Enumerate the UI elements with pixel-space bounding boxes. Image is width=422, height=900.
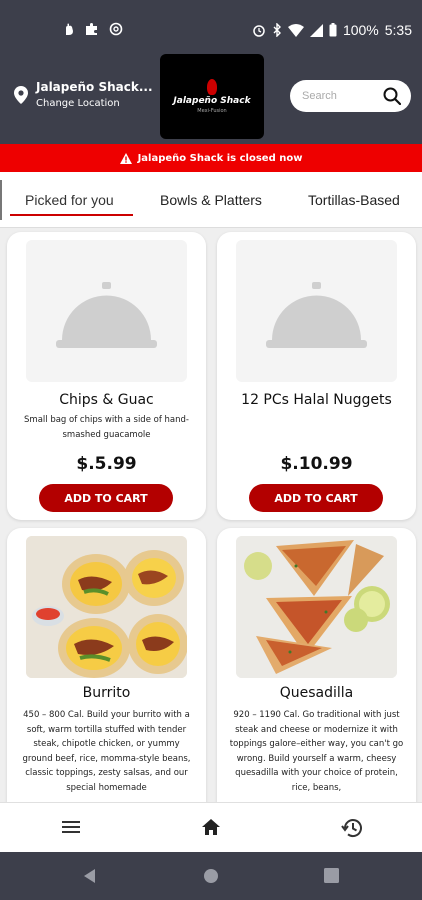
item-price: $.10.99 [280,454,353,474]
search-input[interactable] [302,90,380,102]
notification-icons [63,22,123,36]
clock: 5:35 [384,22,412,38]
item-title: Quesadilla [279,685,354,701]
history-icon[interactable] [341,817,363,839]
menu-card-quesadilla[interactable]: Quesadilla 920 – 1190 Cal. Go traditiona… [217,528,416,802]
cloche-icon [266,282,367,348]
item-description: 920 – 1190 Cal. Go traditional with just… [229,710,404,793]
closed-message: Jalapeño Shack is closed now [137,152,303,164]
menu-grid: Chips & Guac Small bag of chips with a s… [0,228,422,802]
add-to-cart-button[interactable]: ADD TO CART [39,484,173,512]
item-price: $.5.99 [76,454,137,474]
tabs-scroll-edge [0,180,2,220]
item-title: 12 PCs Halal Nuggets [241,392,392,408]
item-title: Burrito [82,685,131,701]
app-header: 100% 5:35 Jalapeño Shack... Change Locat… [0,0,422,144]
tab-tortillas-based[interactable]: Tortillas-Based [308,192,400,208]
battery-percent: 100% [342,22,379,38]
puzzle-icon [86,23,97,35]
add-to-cart-button[interactable]: ADD TO CART [249,484,383,512]
active-tab-indicator [10,214,133,216]
closed-banner: Jalapeño Shack is closed now [0,144,422,172]
menu-card-burrito[interactable]: Burrito 450 – 800 Cal. Build your burrit… [7,528,206,802]
quesadilla-image [236,536,397,678]
battery-icon [329,23,337,37]
logo-text: Jalapeño Shack [173,96,251,106]
item-description: Small bag of chips with a side of hand-s… [24,415,189,440]
system-status-icons: 100% 5:35 [252,22,412,38]
tab-picked-for-you[interactable]: Picked for you [25,192,114,208]
logo-subtext: Mexi-Fusion [197,108,227,114]
back-icon[interactable] [82,868,98,884]
alarm-icon [253,25,265,37]
item-description: 450 – 800 Cal. Build your burrito with a… [22,710,191,793]
item-image-placeholder [236,240,397,382]
location-selector[interactable]: Jalapeño Shack... Change Location [14,80,153,109]
item-title: Chips & Guac [59,392,154,408]
category-tabs: Picked for you Bowls & Platters Tortilla… [0,172,422,228]
cloche-icon [56,282,157,348]
change-location-link[interactable]: Change Location [36,98,153,109]
signal-icon [309,23,323,37]
location-pin-icon [14,85,28,104]
location-name: Jalapeño Shack... [36,80,153,94]
search-icon[interactable] [383,87,401,105]
home-circle-icon[interactable] [203,868,219,884]
hand-icon [66,23,73,35]
home-icon[interactable] [201,817,221,837]
search-box[interactable] [290,80,411,112]
bluetooth-icon [273,23,281,37]
menu-card-chips-guac[interactable]: Chips & Guac Small bag of chips with a s… [7,232,206,520]
burrito-image [26,536,187,678]
tab-bowls-platters[interactable]: Bowls & Platters [160,192,262,208]
system-navigation-bar [0,852,422,900]
menu-card-halal-nuggets[interactable]: 12 PCs Halal Nuggets $.10.99 ADD TO CART [217,232,416,520]
wifi-icon [287,23,304,37]
warning-icon [119,152,132,164]
menu-icon[interactable] [61,817,81,837]
restaurant-logo: Jalapeño Shack Mexi-Fusion [160,54,264,139]
recents-icon[interactable] [324,868,339,883]
burrito-photo [26,536,187,678]
item-image-placeholder [26,240,187,382]
pepper-icon [207,79,217,95]
bottom-navigation [0,802,422,852]
quesadilla-photo [236,536,397,678]
data-saver-icon [109,22,123,36]
